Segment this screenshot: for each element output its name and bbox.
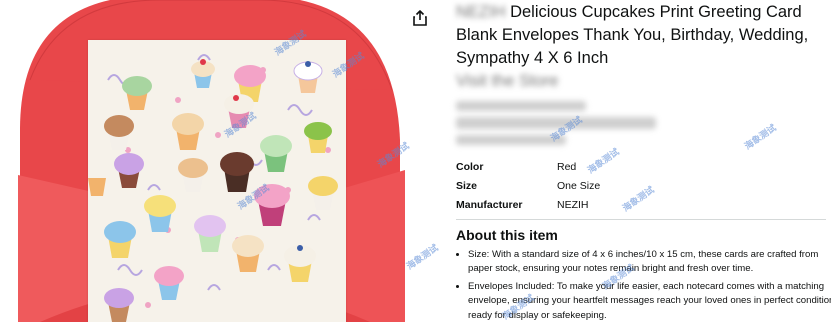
spec-row: Manufacturer NEZIH xyxy=(456,195,600,214)
product-brand-redacted: NEZIH xyxy=(456,3,506,21)
about-bullet: Size: With a standard size of 4 x 6 inch… xyxy=(468,248,831,277)
cupcake-pattern xyxy=(88,40,346,322)
product-page: NEZIH Delicious Cupcakes Print Greeting … xyxy=(0,0,831,322)
spec-row: Color Red xyxy=(456,157,600,176)
about-heading: About this item xyxy=(456,227,558,243)
spec-key: Manufacturer xyxy=(456,198,523,211)
product-title: NEZIH Delicious Cupcakes Print Greeting … xyxy=(456,1,826,93)
about-bullets: Size: With a standard size of 4 x 6 inch… xyxy=(456,248,831,326)
spec-value: Red xyxy=(557,160,577,173)
spec-key: Size xyxy=(456,179,478,192)
divider xyxy=(456,219,826,220)
share-icon[interactable] xyxy=(411,9,429,27)
watermark: 海象测试 xyxy=(620,184,656,214)
spec-value: One Size xyxy=(557,179,601,192)
spec-row: Size One Size xyxy=(456,176,600,195)
product-title-text: Delicious Cupcakes Print Greeting Card B… xyxy=(456,3,809,67)
product-image[interactable] xyxy=(0,0,410,322)
product-title-suffix-redacted: Visit the Store xyxy=(456,72,559,90)
about-bullet: Envelopes Included: To make your life ea… xyxy=(468,280,831,323)
greeting-card xyxy=(88,40,346,322)
spec-value: NEZIH xyxy=(557,198,589,211)
spec-table: Color Red Size One Size Manufacturer NEZ… xyxy=(456,157,600,214)
redacted-block xyxy=(456,95,816,155)
spec-key: Color xyxy=(456,160,484,173)
